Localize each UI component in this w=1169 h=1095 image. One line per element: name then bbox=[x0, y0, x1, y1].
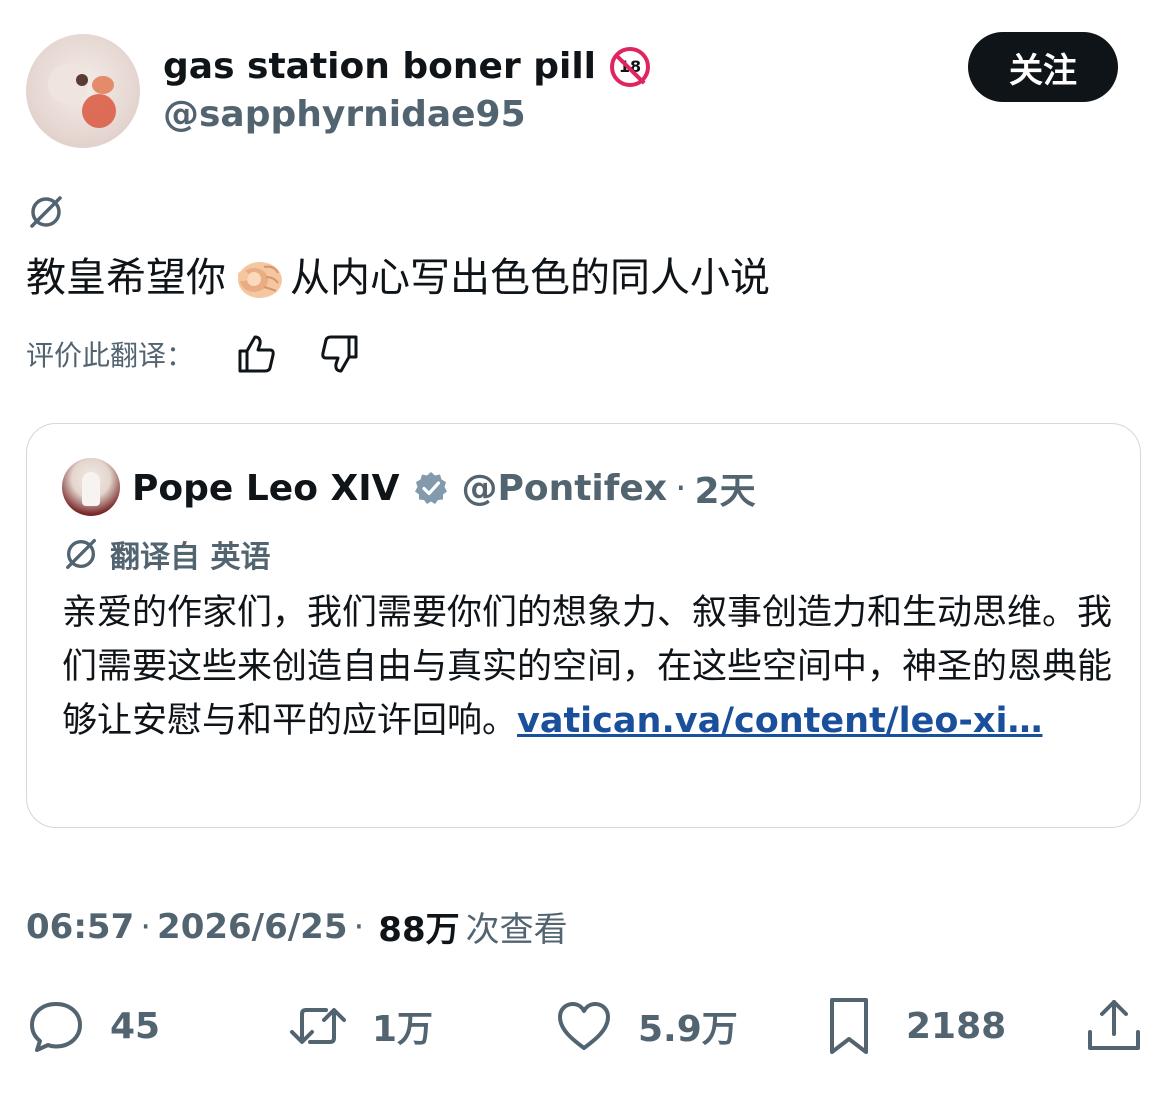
quoted-author-name[interactable]: Pope Leo XIV bbox=[132, 468, 399, 509]
quoted-translation-row[interactable]: 翻译自 英语 bbox=[62, 532, 270, 576]
view-count-label: 次查看 bbox=[465, 910, 568, 950]
author-handle[interactable]: @sapphyrnidae95 bbox=[163, 92, 526, 138]
like-count: 5.9万 bbox=[638, 1009, 738, 1050]
follow-button[interactable]: 关注 bbox=[968, 32, 1118, 102]
quoted-tweet-body: 亲爱的作家们，我们需要你们的想象力、叙事创造力和生动思维。我们需要这些来创造自由… bbox=[62, 586, 1122, 748]
rate-translation-label: 评价此翻译： bbox=[26, 339, 195, 372]
quoted-tweet-time[interactable]: 2天 bbox=[695, 462, 756, 514]
display-name-text: gas station boner pill bbox=[163, 46, 597, 87]
reply-button[interactable]: 45 bbox=[26, 996, 160, 1056]
reply-count: 45 bbox=[110, 1005, 161, 1047]
tweet-time[interactable]: 06:57 bbox=[26, 907, 134, 947]
author-avatar[interactable] bbox=[26, 34, 140, 148]
tweet-date[interactable]: 2026/6/25 bbox=[157, 907, 347, 947]
like-button[interactable]: 5.9万 bbox=[554, 996, 738, 1056]
meta-separator: · bbox=[353, 906, 365, 947]
quoted-author-handle[interactable]: @Pontifex bbox=[461, 468, 667, 509]
adult-content-badge: 18 bbox=[610, 47, 651, 87]
repost-button[interactable]: 1万 bbox=[288, 996, 433, 1056]
quoted-tweet-header: Pope Leo XIV @Pontifex · 2天 bbox=[132, 462, 756, 514]
meta-separator: · bbox=[140, 906, 152, 947]
translate-icon[interactable] bbox=[26, 192, 66, 232]
bookmark-button[interactable]: 2188 bbox=[822, 996, 1006, 1056]
verified-badge-icon bbox=[415, 472, 448, 504]
repost-icon bbox=[290, 1008, 346, 1044]
action-bar: 45 1万 5.9万 2188 bbox=[26, 996, 1146, 1056]
tweet-text-part2: 从内心写出色色的同人小说 bbox=[290, 255, 770, 301]
translate-icon bbox=[66, 539, 96, 569]
rate-translation-row: 评价此翻译： bbox=[26, 334, 362, 374]
tweet-text: 教皇希望你 从内心写出色色的同人小说 bbox=[26, 250, 770, 306]
tweet-text-part1: 教皇希望你 bbox=[26, 255, 226, 301]
bookmark-count: 2188 bbox=[906, 1005, 1007, 1047]
heart-icon bbox=[558, 1002, 610, 1050]
tweet-meta: 06:57 · 2026/6/25 · 88万 次查看 bbox=[26, 902, 568, 951]
author-display-name[interactable]: gas station boner pill 18 bbox=[163, 44, 651, 90]
repost-count: 1万 bbox=[372, 1009, 434, 1050]
bookmark-icon bbox=[830, 998, 868, 1054]
share-button[interactable] bbox=[1084, 996, 1144, 1056]
pointing-finger-emoji-icon bbox=[238, 262, 282, 298]
view-count: 88万 bbox=[378, 910, 460, 950]
header-separator: · bbox=[675, 467, 687, 509]
translated-from-label: 翻译自 英语 bbox=[110, 540, 271, 575]
reply-icon bbox=[30, 1002, 82, 1052]
thumbs-up-icon[interactable] bbox=[234, 332, 278, 376]
quoted-tweet-link[interactable]: vatican.va/content/leo-xi… bbox=[517, 701, 1042, 741]
share-icon bbox=[1088, 1000, 1140, 1050]
quoted-author-avatar[interactable] bbox=[62, 458, 120, 516]
thumbs-down-icon[interactable] bbox=[318, 332, 362, 376]
